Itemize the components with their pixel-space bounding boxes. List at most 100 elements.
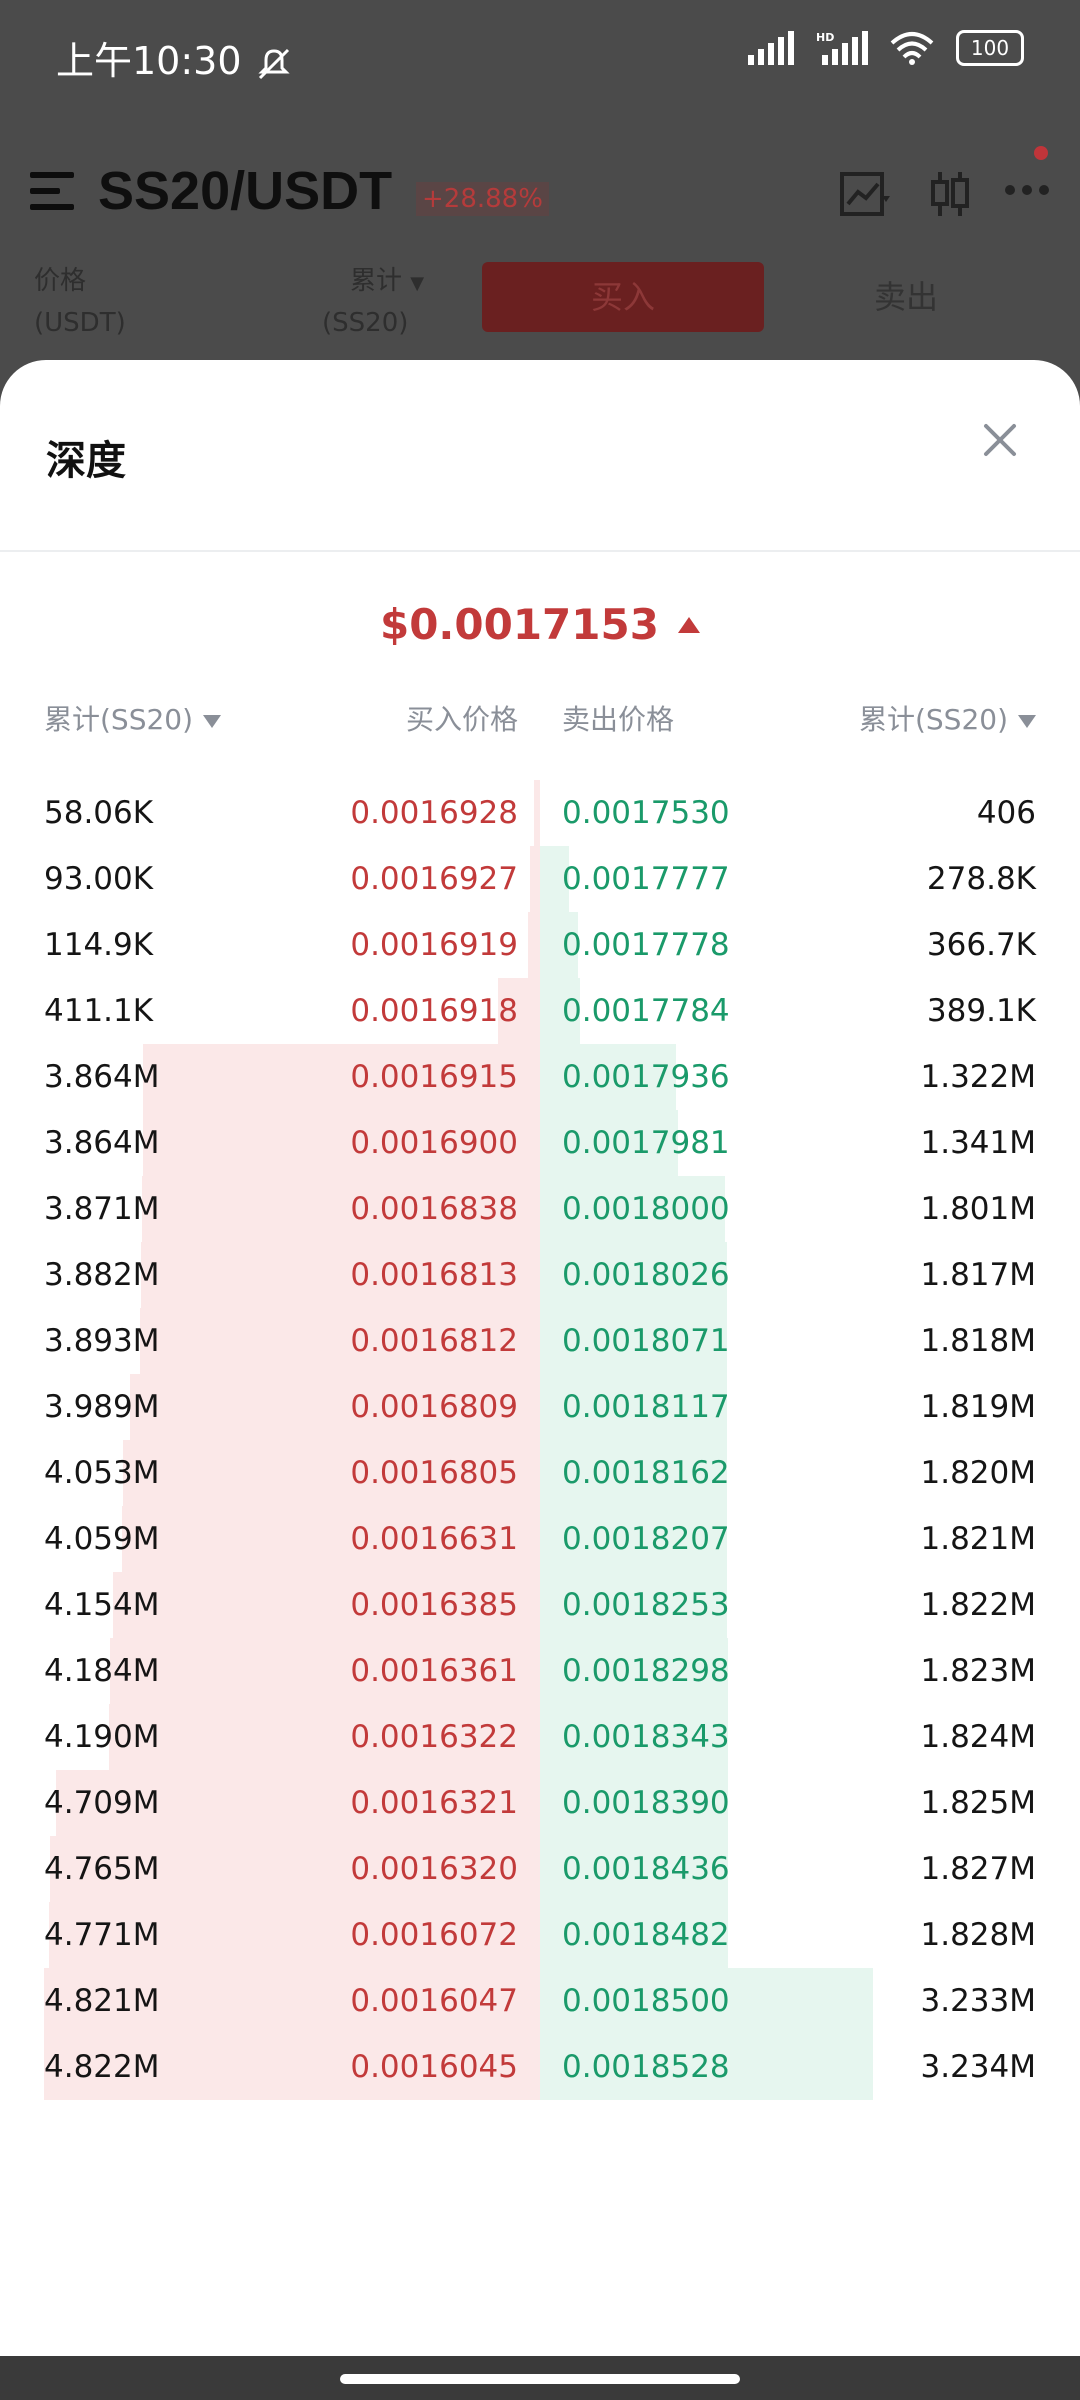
order-book-row[interactable]: 411.1K 0.0016918 0.0017784 389.1K — [0, 978, 1080, 1044]
ask-price: 0.0018500 — [562, 1983, 730, 2019]
order-book-row[interactable]: 4.821M 0.0016047 0.0018500 3.233M — [0, 1968, 1080, 2034]
order-book-row[interactable]: 4.059M 0.0016631 0.0018207 1.821M — [0, 1506, 1080, 1572]
order-book-row[interactable]: 58.06K 0.0016928 0.0017530 406 — [0, 780, 1080, 846]
bid-cumulative: 4.765M — [44, 1851, 160, 1887]
order-book-row[interactable]: 4.154M 0.0016385 0.0018253 1.822M — [0, 1572, 1080, 1638]
bid-cumulative-header[interactable]: 累计(SS20) — [44, 698, 222, 738]
ask-price: 0.0018207 — [562, 1521, 730, 1557]
ask-price: 0.0018528 — [562, 2049, 730, 2085]
ask-cumulative: 3.234M — [920, 2049, 1037, 2085]
bid-price: 0.0016928 — [350, 795, 518, 831]
price-label: 价格 — [34, 266, 87, 296]
divider — [0, 550, 1080, 552]
ask-cumulative: 406 — [976, 795, 1036, 831]
bid-price: 0.0016927 — [350, 861, 518, 897]
pair-header: SS20/USDT +28.88% — [30, 146, 1050, 230]
order-book-row[interactable]: 4.709M 0.0016321 0.0018390 1.825M — [0, 1770, 1080, 1836]
ask-price-header: 卖出价格 — [562, 703, 675, 736]
bid-price: 0.0016045 — [350, 2049, 518, 2085]
signal-icon — [748, 31, 794, 65]
bid-cumulative: 3.864M — [44, 1059, 160, 1095]
bid-cumulative: 3.893M — [44, 1323, 160, 1359]
bid-price: 0.0016812 — [350, 1323, 518, 1359]
ask-cumulative: 1.828M — [920, 1917, 1037, 1953]
bid-cumulative: 3.864M — [44, 1125, 160, 1161]
notification-dot — [1034, 146, 1048, 160]
bid-price: 0.0016321 — [350, 1785, 518, 1821]
hd-signal-icon: HD — [816, 31, 868, 65]
bid-cumulative: 3.882M — [44, 1257, 160, 1293]
candlestick-icon — [931, 172, 969, 216]
ask-cumulative: 1.818M — [920, 1323, 1037, 1359]
ask-cumulative: 1.825M — [920, 1785, 1037, 1821]
status-bar: 上午10:30 HD 100 — [0, 0, 1080, 110]
bid-cumulative: 58.06K — [44, 795, 154, 831]
bid-price: 0.0016385 — [350, 1587, 518, 1623]
ask-price: 0.0017981 — [562, 1125, 730, 1161]
bid-cumulative: 411.1K — [44, 993, 154, 1029]
order-book-row[interactable]: 3.882M 0.0016813 0.0018026 1.817M — [0, 1242, 1080, 1308]
ask-price: 0.0017778 — [562, 927, 730, 963]
order-book-row[interactable]: 3.871M 0.0016838 0.0018000 1.801M — [0, 1176, 1080, 1242]
bid-price: 0.0016919 — [350, 927, 518, 963]
more-icon — [1005, 185, 1049, 195]
order-book-row[interactable]: 3.893M 0.0016812 0.0018071 1.818M — [0, 1308, 1080, 1374]
bid-cumulative: 3.871M — [44, 1191, 160, 1227]
bid-price: 0.0016918 — [350, 993, 518, 1029]
bid-price: 0.0016900 — [350, 1125, 518, 1161]
current-price: $0.0017153 — [0, 600, 1080, 649]
ask-price: 0.0018482 — [562, 1917, 730, 1953]
order-book-row[interactable]: 3.864M 0.0016915 0.0017936 1.322M — [0, 1044, 1080, 1110]
bid-price: 0.0016322 — [350, 1719, 518, 1755]
order-book-row[interactable]: 3.989M 0.0016809 0.0018117 1.819M — [0, 1374, 1080, 1440]
bid-cumulative: 4.822M — [44, 2049, 160, 2085]
cumulative-label: 累计 ▼ — [350, 266, 425, 296]
bid-cumulative: 4.154M — [44, 1587, 160, 1623]
order-book-row[interactable]: 4.053M 0.0016805 0.0018162 1.820M — [0, 1440, 1080, 1506]
pair-name: SS20/USDT — [98, 161, 393, 221]
bid-cumulative: 114.9K — [44, 927, 154, 963]
home-indicator[interactable] — [340, 2374, 740, 2384]
bid-cumulative: 4.709M — [44, 1785, 160, 1821]
ask-cumulative: 389.1K — [926, 993, 1036, 1029]
buy-tab: 买入 — [482, 262, 764, 332]
ask-cumulative: 1.801M — [920, 1191, 1037, 1227]
ask-cumulative: 1.821M — [920, 1521, 1037, 1557]
bid-cumulative: 4.771M — [44, 1917, 160, 1953]
ask-cumulative-header[interactable]: 累计(SS20) — [859, 698, 1036, 738]
sell-tab: 卖出 — [873, 278, 938, 316]
order-book-row[interactable]: 4.822M 0.0016045 0.0018528 3.234M — [0, 2034, 1080, 2100]
ask-cumulative: 1.817M — [920, 1257, 1037, 1293]
ask-cumulative: 1.827M — [920, 1851, 1037, 1887]
wifi-icon — [890, 32, 934, 65]
bid-cumulative: 4.184M — [44, 1653, 160, 1689]
ask-price: 0.0017784 — [562, 993, 730, 1029]
order-book-row[interactable]: 114.9K 0.0016919 0.0017778 366.7K — [0, 912, 1080, 978]
ask-price: 0.0018071 — [562, 1323, 730, 1359]
order-book-row[interactable]: 4.771M 0.0016072 0.0018482 1.828M — [0, 1902, 1080, 1968]
order-book-row[interactable]: 4.190M 0.0016322 0.0018343 1.824M — [0, 1704, 1080, 1770]
sheet-title: 深度 — [46, 438, 126, 484]
ask-price: 0.0018298 — [562, 1653, 730, 1689]
ask-cumulative: 1.824M — [920, 1719, 1037, 1755]
ask-price: 0.0018436 — [562, 1851, 730, 1887]
up-arrow-icon — [678, 616, 701, 633]
price-change-badge: +28.88% — [416, 182, 549, 216]
close-icon[interactable] — [966, 406, 1034, 474]
order-book-row[interactable]: 4.765M 0.0016320 0.0018436 1.827M — [0, 1836, 1080, 1902]
bid-price: 0.0016813 — [350, 1257, 518, 1293]
order-book: 58.06K 0.0016928 0.0017530 406 93.00K 0.00169… — [0, 780, 1080, 2120]
order-book-row[interactable]: 93.00K 0.0016927 0.0017777 278.8K — [0, 846, 1080, 912]
order-book-row[interactable]: 3.864M 0.0016900 0.0017981 1.341M — [0, 1110, 1080, 1176]
order-book-row[interactable]: 4.184M 0.0016361 0.0018298 1.823M — [0, 1638, 1080, 1704]
bid-price-header: 买入价格 — [405, 703, 518, 736]
bid-cumulative: 4.821M — [44, 1983, 160, 2019]
ask-price: 0.0018117 — [562, 1389, 730, 1425]
bid-price: 0.0016838 — [350, 1191, 518, 1227]
ask-cumulative: 1.823M — [920, 1653, 1037, 1689]
ask-cumulative: 1.322M — [920, 1059, 1037, 1095]
ask-price: 0.0018390 — [562, 1785, 730, 1821]
bid-cumulative: 93.00K — [44, 861, 154, 897]
ask-price: 0.0017777 — [562, 861, 730, 897]
ask-price: 0.0017936 — [562, 1059, 730, 1095]
